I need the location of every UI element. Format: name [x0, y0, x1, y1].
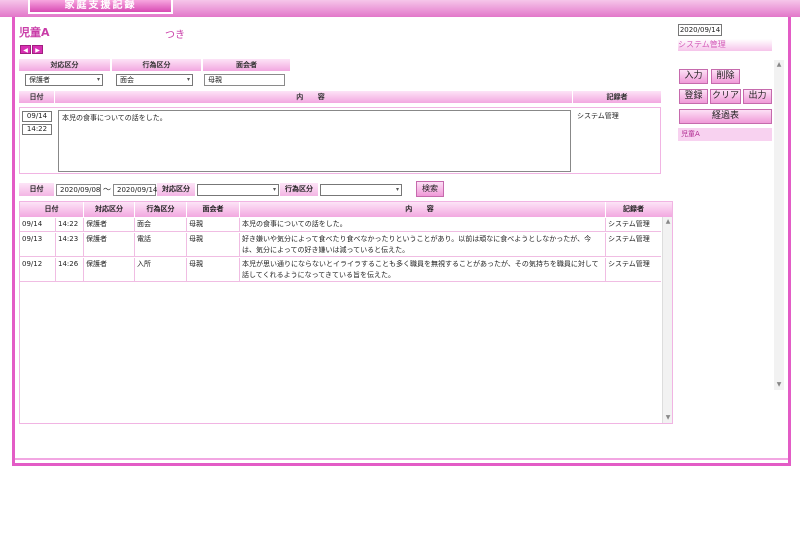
chevron-down-icon: ▾: [186, 76, 190, 83]
child-name: 児童A: [19, 26, 50, 39]
col-response: 対応区分: [84, 202, 135, 217]
row-recorder: システム管理: [608, 260, 650, 268]
scroll-down-icon[interactable]: ▼: [663, 413, 673, 423]
date-from-input[interactable]: 2020/09/08: [56, 184, 101, 196]
output-button[interactable]: 出力: [743, 89, 772, 104]
row-time: 14:23: [56, 233, 84, 256]
patient-list-item[interactable]: 児童A: [678, 128, 772, 141]
register-button[interactable]: 登録: [679, 89, 708, 104]
action-type-value: 面会: [120, 76, 134, 84]
search-action-label: 行為区分: [280, 183, 318, 196]
next-button[interactable]: ▶: [32, 45, 43, 54]
col-interviewee: 面会者: [187, 202, 240, 217]
row-action: 電話: [135, 233, 187, 256]
action-type-select[interactable]: 面会 ▾: [116, 74, 193, 86]
row-date: 09/12: [20, 258, 56, 281]
delete-button[interactable]: 削除: [711, 69, 740, 84]
entry-recorder: システム管理: [577, 112, 619, 120]
list-header: 日付 対応区分 行為区分 面会者 内 容 記録者: [20, 202, 672, 217]
interviewee-input[interactable]: 母親: [204, 74, 285, 86]
row-action: 入所: [135, 258, 187, 281]
col-recorder: 記録者: [623, 205, 644, 213]
chevron-down-icon: ▾: [96, 76, 100, 83]
col-date: 日付: [20, 202, 84, 217]
response-type-header: 対応区分: [19, 59, 110, 71]
entry-time-input[interactable]: 14:22: [22, 124, 52, 135]
col-content: 内 容: [240, 202, 606, 217]
row-date: 09/13: [20, 233, 56, 256]
table-row[interactable]: 09/13 14:23 保護者 電話 母親 好き嫌いや気分によって食べたり食べな…: [20, 233, 661, 257]
progress-table-button[interactable]: 経過表: [679, 109, 772, 124]
search-action-select[interactable]: ▾: [320, 184, 402, 196]
col-action: 行為区分: [135, 202, 187, 217]
row-action: 面会: [135, 218, 187, 231]
scroll-down-icon[interactable]: ▼: [774, 380, 784, 390]
clear-button[interactable]: クリア: [710, 89, 741, 104]
search-response-label: 対応区分: [157, 183, 195, 196]
chevron-down-icon: ▾: [272, 186, 276, 193]
entry-date-input[interactable]: 09/14: [22, 111, 52, 122]
row-recorder: システム管理: [608, 235, 650, 243]
row-interviewee: 母親: [187, 233, 240, 256]
staff-name: システム管理: [678, 39, 772, 51]
content-header: 内 容: [55, 91, 572, 103]
scroll-up-icon[interactable]: ▲: [774, 60, 784, 70]
date-header: 日付: [19, 91, 54, 103]
row-interviewee: 母親: [187, 258, 240, 281]
response-type-value: 保護者: [29, 76, 50, 84]
sidebar-scrollbar[interactable]: ▲ ▼: [774, 60, 784, 390]
row-time: 14:26: [56, 258, 84, 281]
row-response: 保護者: [84, 258, 135, 281]
row-response: 保護者: [84, 218, 135, 231]
row-content: 本児の食事についての話をした。: [240, 218, 606, 231]
chevron-down-icon: ▾: [395, 186, 399, 193]
date-separator: ～: [103, 185, 111, 194]
table-row[interactable]: 09/14 14:22 保護者 面会 母親 本児の食事についての話をした。 シス…: [20, 218, 661, 232]
action-type-header: 行為区分: [112, 59, 201, 71]
row-interviewee: 母親: [187, 218, 240, 231]
recorder-header: 記録者: [573, 91, 661, 103]
list-scrollbar[interactable]: ▲ ▼: [662, 217, 672, 423]
row-time: 14:22: [56, 218, 84, 231]
prev-button[interactable]: ◀: [20, 45, 31, 54]
row-response: 保護者: [84, 233, 135, 256]
response-type-select[interactable]: 保護者 ▾: [25, 74, 103, 86]
date-to-input[interactable]: 2020/09/14: [113, 184, 157, 196]
content-textarea[interactable]: 本児の食事についての話をした。: [58, 110, 571, 172]
row-content: 好き嫌いや気分によって食べたり食べなかったりということがあり。以前は頑なに食べよ…: [240, 233, 606, 256]
row-content: 本児が思い通りにならないとイライラすることも多く職員を無視することがあったが、そ…: [240, 258, 606, 281]
interviewee-header: 面会者: [203, 59, 290, 71]
search-response-select[interactable]: ▾: [197, 184, 279, 196]
search-button[interactable]: 検索: [416, 181, 444, 197]
search-date-label: 日付: [19, 183, 54, 196]
current-date[interactable]: 2020/09/14: [678, 24, 722, 36]
app-title: 家庭支援記録: [28, 0, 173, 14]
scroll-up-icon[interactable]: ▲: [663, 217, 673, 227]
row-date: 09/14: [20, 218, 56, 231]
table-row[interactable]: 09/12 14:26 保護者 入所 母親 本児が思い通りにならないとイライラす…: [20, 258, 661, 282]
input-button[interactable]: 入力: [679, 69, 708, 84]
child-suffix: つき: [165, 30, 185, 41]
row-recorder: システム管理: [608, 220, 650, 228]
